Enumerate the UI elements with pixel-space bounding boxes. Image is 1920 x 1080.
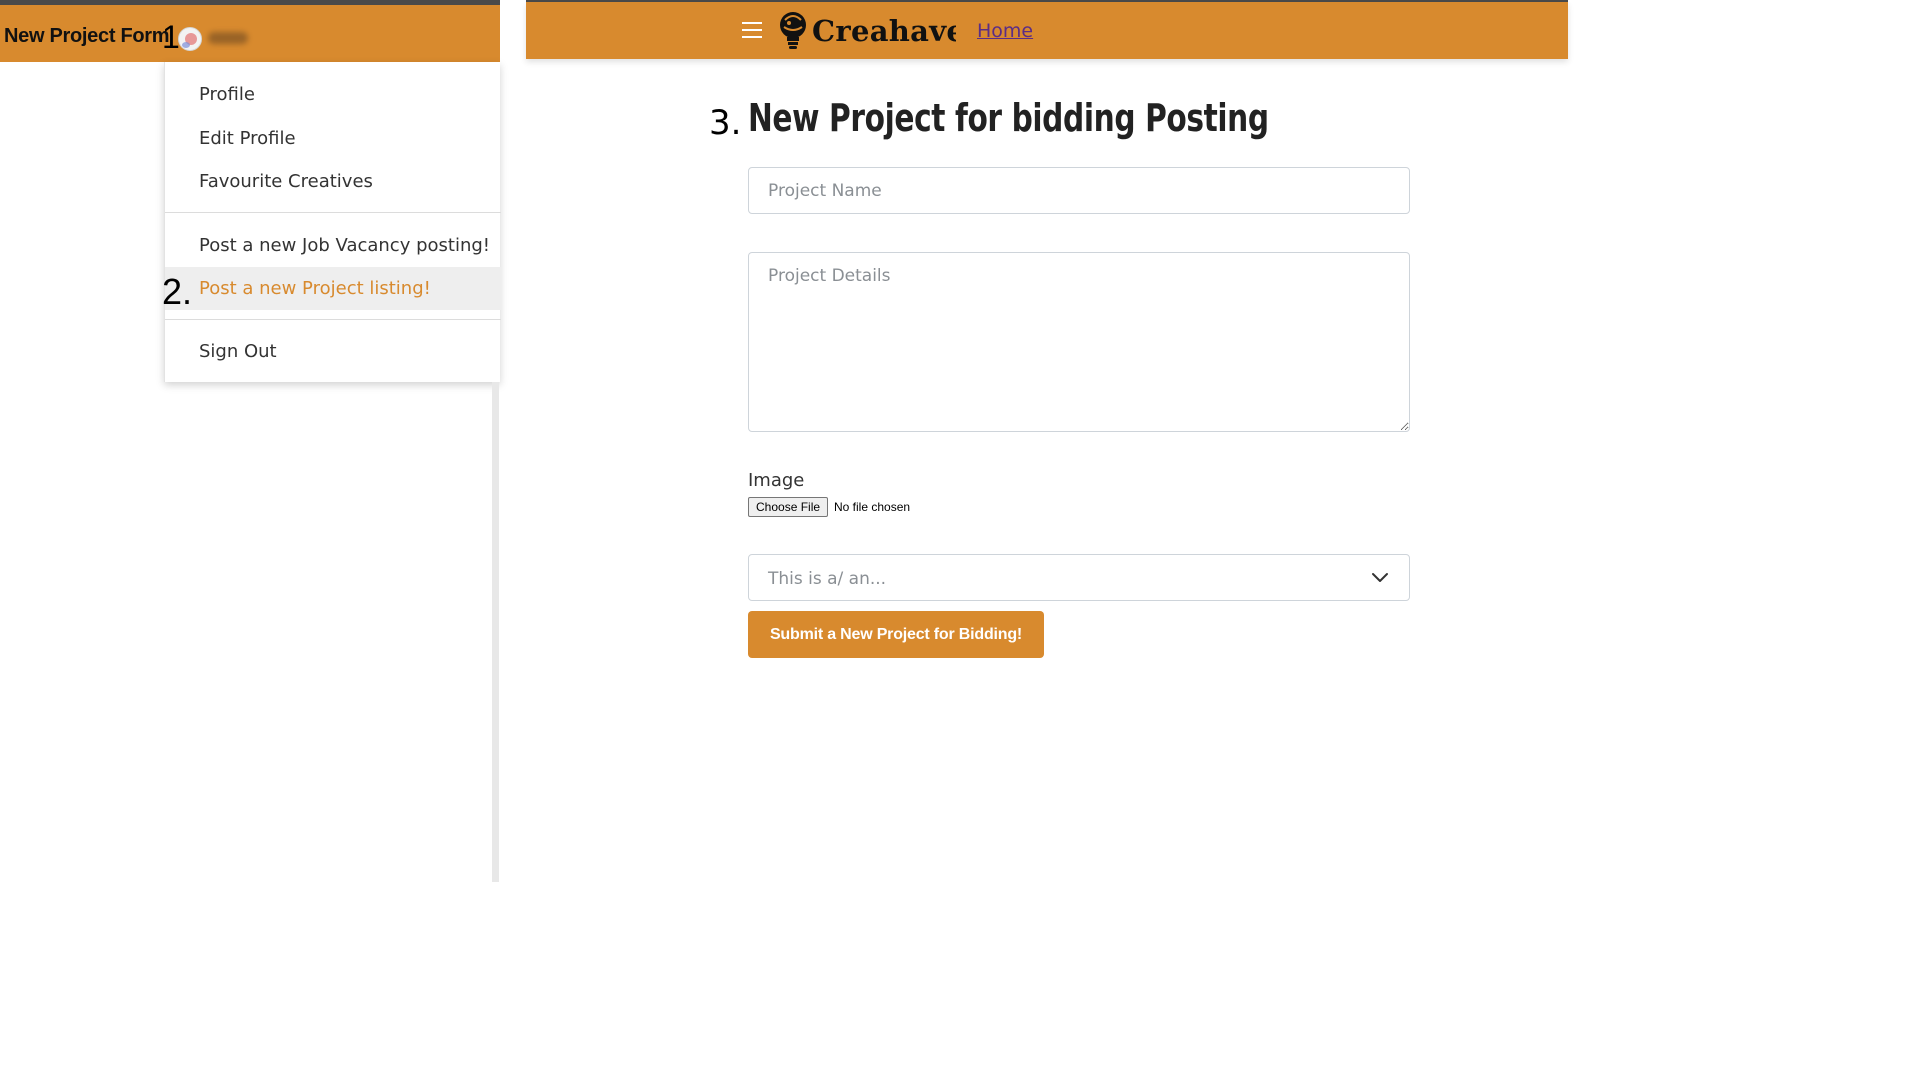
menu-item-favourite-creatives[interactable]: Favourite Creatives	[165, 160, 501, 203]
select-placeholder: This is a/ an...	[768, 569, 887, 589]
image-label: Image	[748, 470, 805, 491]
menu-item-edit-profile[interactable]: Edit Profile	[165, 117, 501, 160]
menu-item-profile[interactable]: Profile	[165, 73, 501, 116]
chevron-down-icon	[1372, 573, 1388, 582]
left-panel: New Project Form 1. Profile Edit Profile…	[0, 0, 501, 886]
page-title: New Project Form	[4, 25, 170, 47]
brand-logo-text[interactable]: Creahaven	[812, 14, 956, 48]
project-type-select[interactable]: This is a/ an...	[748, 554, 1410, 601]
hamburger-icon[interactable]	[742, 22, 764, 38]
menu-divider	[165, 212, 501, 213]
scrollbar[interactable]	[492, 382, 499, 882]
submit-project-button[interactable]: Submit a New Project for Bidding!	[748, 611, 1044, 658]
home-link[interactable]: Home	[977, 20, 1033, 42]
menu-item-post-job[interactable]: Post a new Job Vacancy posting!	[165, 224, 501, 267]
right-panel: Creahaven Home 3. New Project for biddin…	[526, 0, 1568, 886]
menu-divider	[165, 319, 501, 320]
user-avatar[interactable]	[178, 27, 202, 51]
left-navbar: New Project Form 1.	[0, 5, 500, 62]
lightbulb-logo-icon[interactable]	[776, 8, 810, 54]
project-name-input[interactable]	[748, 167, 1410, 214]
step-annotation-2: 2.	[162, 271, 193, 312]
step-annotation-3: 3.	[709, 103, 742, 143]
choose-file-button[interactable]: Choose File	[748, 497, 829, 517]
project-details-textarea[interactable]	[748, 252, 1410, 432]
menu-item-sign-out[interactable]: Sign Out	[165, 330, 501, 373]
username-blurred[interactable]	[208, 32, 248, 44]
user-dropdown-menu: Profile Edit Profile Favourite Creatives…	[164, 62, 501, 382]
page-heading: New Project for bidding Posting	[748, 96, 1269, 140]
file-status-text: No file chosen	[834, 500, 911, 514]
menu-item-post-project[interactable]: Post a new Project listing!	[165, 267, 501, 310]
main-navbar: Creahaven Home	[526, 2, 1568, 59]
